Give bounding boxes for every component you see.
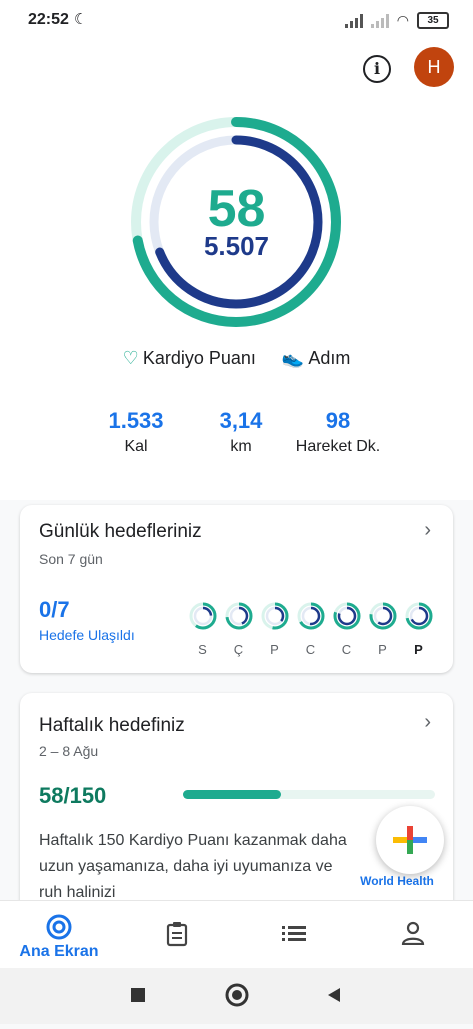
daily-goals-achieved-label: Hedefe Ulaşıldı [39, 627, 135, 643]
stat-distance-value: 3,14 [219, 408, 263, 433]
add-activity-button[interactable] [376, 806, 444, 874]
nav-journal[interactable] [118, 901, 236, 969]
nav-home[interactable]: Ana Ekran [0, 901, 118, 969]
day-item: P [258, 601, 291, 657]
weekly-goal-title: Haftalık hedefiniz [39, 715, 185, 736]
weekly-goal-progress-text: 58/150 [39, 783, 107, 808]
daily-goals-card[interactable]: Günlük hedefleriniz › Son 7 gün 0/7 Hede… [20, 505, 453, 673]
daily-goals-title: Günlük hedefleriniz [39, 521, 202, 542]
stat-move-minutes: 98 Hareket Dk. [283, 408, 393, 456]
ring-legend: ♡ Kardiyo Puanı 👟 Adım [0, 348, 473, 369]
info-icon[interactable]: i [363, 55, 391, 83]
status-time: 22:52 [28, 11, 69, 28]
bottom-navigation: Ana Ekran [0, 900, 473, 969]
chevron-right-icon[interactable]: › [424, 711, 431, 734]
who-label: World Health [360, 874, 434, 888]
heart-points-icon: ♡ [122, 348, 139, 368]
stat-move-minutes-value: 98 [325, 408, 351, 433]
status-bar: 22:52 ☾ ◠ 35 [0, 0, 473, 40]
day-label: P [270, 642, 279, 657]
day-item: P [402, 601, 435, 657]
day-ring [405, 602, 432, 630]
system-icons: ◠ 35 [344, 12, 449, 29]
day-label: C [341, 642, 352, 657]
day-ring [189, 602, 216, 630]
system-navigation-bar [0, 968, 473, 1024]
home-rings-icon [46, 914, 72, 940]
day-label: P [378, 642, 387, 657]
avatar[interactable]: H [414, 47, 454, 87]
day-item: Ç [222, 601, 255, 657]
daily-goal-days: S Ç P C C P P [186, 601, 435, 657]
day-label-today: P [414, 642, 423, 657]
legend-steps-label: Adım [308, 348, 351, 368]
system-nav-buttons [131, 983, 340, 1007]
heart-points-value: 58 [207, 180, 266, 238]
legend-heart-points: ♡ Kardiyo Puanı [123, 348, 256, 369]
chevron-right-icon[interactable]: › [424, 519, 431, 542]
stat-calories-value: 1.533 [108, 408, 164, 433]
recents-button [131, 988, 145, 1002]
day-label: C [305, 642, 316, 657]
day-item: C [294, 601, 327, 657]
day-label: Ç [233, 642, 244, 657]
weekly-goal-description: Haftalık 150 Kardiyo Puanı kazanmak daha… [39, 832, 347, 901]
day-ring [369, 602, 396, 630]
person-icon [401, 921, 425, 946]
signal-icon [344, 13, 363, 28]
back-button [328, 988, 340, 1002]
steps-icon: 👟 [281, 348, 305, 368]
stat-calories-label: Kal [124, 438, 148, 455]
weekly-goal-subtitle: 2 – 8 Ağu [39, 743, 99, 759]
steps-value: 5.507 [203, 231, 270, 261]
top-bar: i H [0, 40, 473, 100]
weekly-goal-progress-bar [183, 790, 435, 799]
nav-profile[interactable] [354, 901, 472, 969]
daily-goals-subtitle: Son 7 gün [39, 551, 103, 567]
battery-icon: 35 [417, 12, 449, 29]
plus-icon [393, 826, 427, 854]
day-ring [297, 602, 324, 630]
clipboard-icon [166, 922, 188, 947]
daily-goals-count: 0/7 [39, 597, 70, 622]
day-ring [261, 602, 288, 630]
day-item: S [186, 601, 219, 657]
legend-steps: 👟 Adım [282, 348, 350, 369]
nav-home-label: Ana Ekran [19, 943, 99, 960]
day-item: P [366, 601, 399, 657]
do-not-disturb-icon: ☾ [74, 11, 88, 28]
daily-summary[interactable]: 58 5.507 ♡ Kardiyo Puanı 👟 Adım 1.533 Ka… [0, 100, 473, 500]
stat-distance: 3,14 km [201, 408, 281, 456]
signal-2-icon [370, 13, 389, 28]
nav-browse[interactable] [236, 901, 354, 969]
weekly-goal-progress-fill [183, 790, 282, 799]
list-icon [282, 926, 306, 941]
stat-move-minutes-label: Hareket Dk. [295, 438, 381, 455]
stat-distance-label: km [230, 438, 252, 455]
day-label: S [198, 642, 207, 657]
day-item: C [330, 601, 363, 657]
wifi-icon: ◠ [396, 12, 409, 28]
day-ring [225, 602, 252, 630]
legend-heart-label: Kardiyo Puanı [142, 348, 256, 368]
day-ring [333, 602, 360, 630]
stat-calories: 1.533 Kal [96, 408, 176, 456]
